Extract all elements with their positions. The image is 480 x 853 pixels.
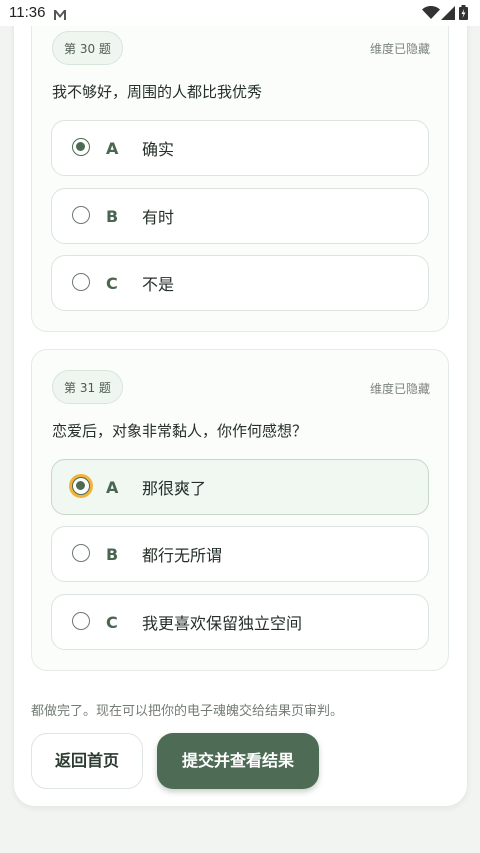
back-home-button[interactable]: 返回首页 (31, 733, 143, 789)
question-text: 我不够好，周围的人都比我优秀 (52, 83, 263, 101)
status-bar: 11:36 (0, 0, 480, 26)
option-label: 那很爽了 (142, 479, 207, 498)
option-letter: A (106, 478, 119, 497)
wifi-icon (422, 6, 440, 19)
battery-icon (459, 5, 468, 20)
radio-selected-icon[interactable] (72, 477, 90, 495)
option-c[interactable]: C 我更喜欢保留独立空间 (51, 594, 429, 650)
option-a[interactable]: A 确实 (51, 120, 429, 176)
option-letter: B (106, 545, 119, 564)
radio-selected-icon[interactable] (72, 138, 90, 156)
radio-icon[interactable] (72, 612, 90, 630)
question-number-badge: 第 30 题 (52, 31, 123, 65)
radio-icon[interactable] (72, 544, 90, 562)
option-letter: A (106, 139, 119, 158)
question-number-badge: 第 31 题 (52, 370, 123, 404)
submit-results-button[interactable]: 提交并查看结果 (157, 733, 319, 789)
question-card-31: 第 31 题 维度已隐藏 恋爱后，对象非常黏人，你作何感想？ A 那很爽了 B … (31, 349, 449, 671)
option-letter: C (106, 274, 118, 293)
signal-icon (441, 6, 455, 20)
question-card-30: 第 30 题 维度已隐藏 我不够好，周围的人都比我优秀 A 确实 B 有时 C … (31, 0, 449, 332)
dimension-hidden-label: 维度已隐藏 (369, 382, 430, 396)
radio-icon[interactable] (72, 206, 90, 224)
question-text: 恋爱后，对象非常黏人，你作何感想？ (52, 422, 308, 440)
option-label: 确实 (142, 140, 175, 159)
option-letter: C (106, 613, 118, 632)
option-label: 不是 (142, 275, 175, 294)
option-b[interactable]: B 都行无所谓 (51, 526, 429, 582)
option-b[interactable]: B 有时 (51, 188, 429, 244)
option-a[interactable]: A 那很爽了 (51, 459, 429, 515)
option-letter: B (106, 207, 119, 226)
option-c[interactable]: C 不是 (51, 255, 429, 311)
status-time: 11:36 (9, 4, 46, 21)
option-label: 有时 (142, 208, 175, 227)
option-label: 我更喜欢保留独立空间 (142, 614, 303, 633)
option-label: 都行无所谓 (142, 546, 223, 565)
dimension-hidden-label: 维度已隐藏 (369, 42, 430, 56)
radio-icon[interactable] (72, 273, 90, 291)
completion-hint: 都做完了。现在可以把你的电子魂魄交给结果页审判。 (31, 704, 344, 719)
mail-icon (53, 6, 67, 25)
